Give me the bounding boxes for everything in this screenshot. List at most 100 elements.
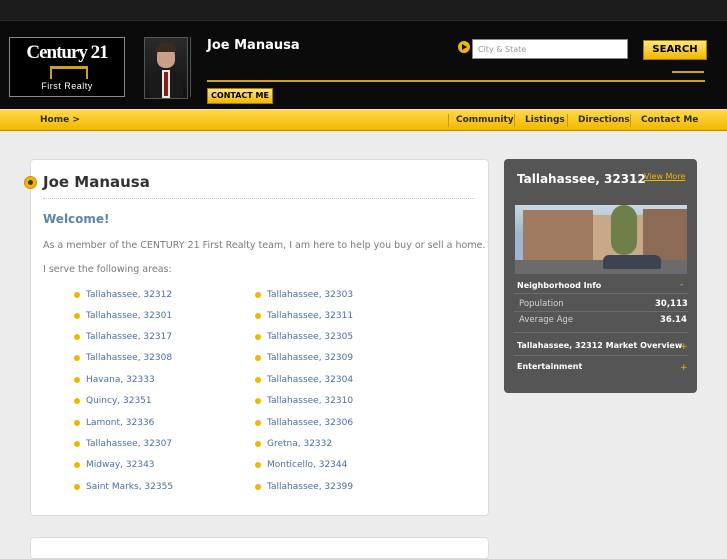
bullet-dot-icon xyxy=(255,462,261,468)
area-label: Tallahassee, 32317 xyxy=(86,332,173,342)
play-arrow-icon xyxy=(458,41,470,53)
area-link[interactable]: Tallahassee, 32307 xyxy=(74,439,173,449)
neighborhood-sidebar: Tallahassee, 32312 View More Neighborhoo… xyxy=(504,159,697,393)
area-link[interactable]: Saint Marks, 32355 xyxy=(74,482,174,492)
bullet-dot-icon xyxy=(255,441,261,447)
area-link[interactable]: Monticello, 32344 xyxy=(255,460,348,470)
contact-me-button[interactable]: CONTACT ME xyxy=(207,88,273,104)
entertainment-toggle[interactable]: Entertainment xyxy=(517,362,582,371)
bullet-dot-icon xyxy=(255,398,261,404)
nav-listings[interactable]: Listings xyxy=(525,110,565,130)
population-value: 30,113 xyxy=(655,299,688,309)
agent-name: Joe Manausa xyxy=(207,38,300,53)
area-label: Lamont, 32336 xyxy=(86,418,155,428)
area-link[interactable]: Tallahassee, 32304 xyxy=(255,375,354,385)
area-link[interactable]: Tallahassee, 32317 xyxy=(74,332,173,342)
area-label: Quincy, 32351 xyxy=(86,396,152,406)
bullet-dot-icon xyxy=(255,420,261,426)
nav-home[interactable]: Home > xyxy=(40,110,80,130)
nav-separator xyxy=(567,114,568,127)
area-link[interactable]: Tallahassee, 32305 xyxy=(255,332,353,342)
area-label: Tallahassee, 32309 xyxy=(267,353,354,363)
area-link[interactable]: Tallahassee, 32306 xyxy=(255,418,354,428)
roof-line-icon xyxy=(672,71,704,81)
sidebar-divider xyxy=(514,355,688,356)
photo-road xyxy=(515,260,687,274)
average-age-label: Average Age xyxy=(519,315,574,325)
area-link[interactable]: Tallahassee, 32301 xyxy=(74,311,173,321)
bullet-dot-icon xyxy=(74,420,80,426)
collapse-icon[interactable]: - xyxy=(680,280,683,290)
top-strip xyxy=(0,0,727,20)
century21-logo[interactable]: Century 21 First Realty xyxy=(9,37,125,97)
area-label: Tallahassee, 32306 xyxy=(267,418,354,428)
bullet-dot-icon xyxy=(255,334,261,340)
bullet-dot-icon xyxy=(74,462,80,468)
area-link[interactable]: Havana, 32333 xyxy=(74,375,155,385)
expand-icon[interactable]: + xyxy=(680,363,688,373)
neighborhood-photo xyxy=(515,205,687,274)
main-nav: Home > Community Listings Directions Con… xyxy=(0,109,727,131)
logo-brand: Century 21 xyxy=(26,42,108,63)
bullet-dot-icon xyxy=(74,398,80,404)
nav-contact[interactable]: Contact Me xyxy=(641,110,698,130)
area-label: Tallahassee, 32307 xyxy=(86,439,173,449)
nav-separator xyxy=(630,114,631,127)
market-overview-toggle[interactable]: Tallahassee, 32312 Market Overview xyxy=(517,341,682,350)
area-link[interactable]: Midway, 32343 xyxy=(74,460,155,470)
area-link[interactable]: Tallahassee, 32312 xyxy=(74,290,173,300)
bullet-dot-icon xyxy=(255,292,261,298)
bullet-dot-icon xyxy=(74,377,80,383)
bullet-dot-icon xyxy=(74,441,80,447)
view-more-link[interactable]: View More xyxy=(644,172,685,181)
area-link[interactable]: Tallahassee, 32309 xyxy=(255,353,354,363)
area-label: Tallahassee, 32399 xyxy=(267,482,354,492)
page-title: Joe Manausa xyxy=(43,173,150,191)
nav-community[interactable]: Community xyxy=(456,110,514,130)
area-label: Monticello, 32344 xyxy=(267,460,348,470)
bullet-dot-icon xyxy=(74,313,80,319)
sidebar-title: Tallahassee, 32312 xyxy=(517,172,646,186)
agent-photo-hair xyxy=(156,43,176,52)
search-input[interactable]: City & State xyxy=(472,39,628,59)
bullet-dot-icon xyxy=(74,334,80,340)
area-link[interactable]: Tallahassee, 32310 xyxy=(255,396,353,406)
area-link[interactable]: Quincy, 32351 xyxy=(74,396,152,406)
bullet-dot-icon xyxy=(74,355,80,361)
area-label: Tallahassee, 32308 xyxy=(86,353,173,363)
header-divider xyxy=(0,20,727,21)
roof-icon xyxy=(50,66,88,79)
average-age-value: 36.14 xyxy=(660,315,687,325)
area-link[interactable]: Tallahassee, 32308 xyxy=(74,353,173,363)
bullet-dot-icon xyxy=(74,484,80,490)
area-label: Tallahassee, 32312 xyxy=(86,290,173,300)
photo-divider xyxy=(190,37,191,97)
area-label: Tallahassee, 32304 xyxy=(267,375,354,385)
area-label: Tallahassee, 32311 xyxy=(267,311,354,321)
neighborhood-info-toggle[interactable]: Neighborhood Info xyxy=(517,281,601,290)
population-label: Population xyxy=(519,299,564,309)
area-label: Tallahassee, 32301 xyxy=(86,311,173,321)
nav-directions[interactable]: Directions xyxy=(578,110,630,130)
bullet-dot-icon xyxy=(255,377,261,383)
area-link[interactable]: Tallahassee, 32399 xyxy=(255,482,354,492)
photo-car xyxy=(603,255,661,269)
area-link[interactable]: Gretna, 32332 xyxy=(255,439,333,449)
area-label: Saint Marks, 32355 xyxy=(86,482,174,492)
area-link[interactable]: Lamont, 32336 xyxy=(74,418,155,428)
area-link[interactable]: Tallahassee, 32311 xyxy=(255,311,354,321)
title-divider xyxy=(43,198,475,199)
bullet-dot-icon xyxy=(255,484,261,490)
area-label: Gretna, 32332 xyxy=(267,439,333,449)
agent-photo xyxy=(144,37,188,99)
logo-subtitle: First Realty xyxy=(41,81,93,91)
expand-icon[interactable]: + xyxy=(680,342,688,352)
title-bullet-icon xyxy=(24,176,37,189)
areas-intro-text: I serve the following areas: xyxy=(43,264,172,275)
secondary-card xyxy=(30,537,489,559)
photo-building xyxy=(523,210,593,260)
area-link[interactable]: Tallahassee, 32303 xyxy=(255,290,353,300)
search-button[interactable]: SEARCH xyxy=(643,40,707,60)
sidebar-divider xyxy=(514,332,688,333)
bullet-dot-icon xyxy=(74,292,80,298)
